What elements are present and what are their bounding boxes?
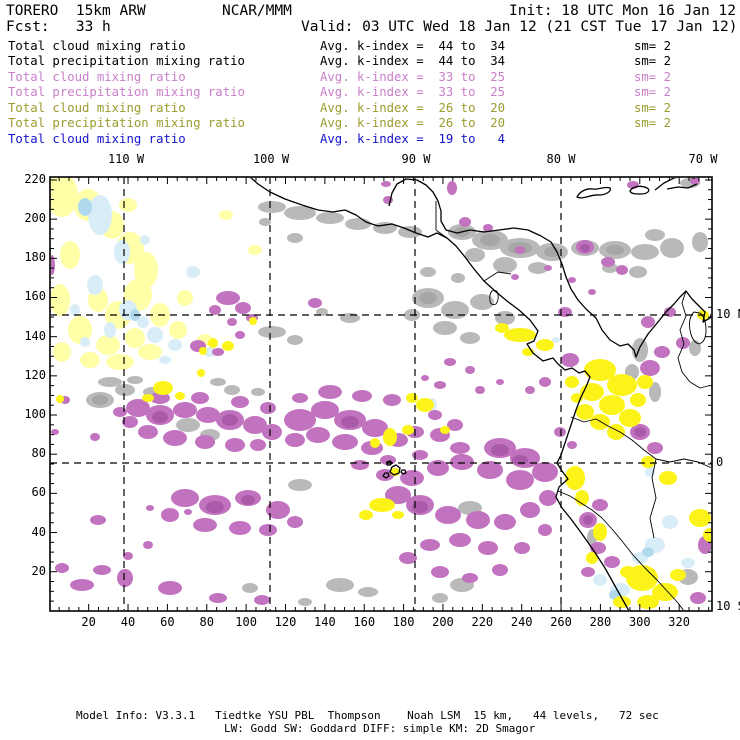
- legend-label: Total cloud mixing ratio: [8, 100, 186, 115]
- forecast-hour: Fcst: 33 h: [6, 19, 111, 35]
- x-tick-label: 260: [550, 615, 572, 629]
- x-tick-label: 140: [314, 615, 336, 629]
- legend-kindex: Avg. k-index = 33 to 25: [320, 69, 506, 84]
- legend-row: Total precipitation mixing ratio Avg. k-i…: [0, 116, 740, 131]
- legend-kindex: Avg. k-index = 26 to 20: [320, 116, 506, 131]
- valid-time: Valid: 03 UTC Wed 18 Jan 12 (21 CST Tue …: [301, 19, 738, 35]
- legend-row: Total cloud mixing ratio Avg. k-index = 1…: [0, 132, 740, 147]
- model-title: TORERO 15km ARW: [6, 3, 146, 19]
- legend-sm: sm= 2: [634, 39, 672, 53]
- y-tick-label: 100: [24, 407, 46, 422]
- x-tick-label: 240: [510, 615, 533, 629]
- legend-label: Total cloud mixing ratio: [8, 39, 186, 53]
- legend-label: Total cloud mixing ratio: [8, 69, 186, 84]
- x-tick-label: 40: [120, 615, 136, 629]
- legend-kindex: Avg. k-index = 44 to 34: [320, 54, 506, 69]
- legend-row: Total cloud mixing ratio Avg. k-index = 2…: [0, 101, 740, 116]
- x-tick-label: 300: [628, 615, 651, 629]
- legend-kindex: Avg. k-index = 19 to 4: [320, 131, 506, 146]
- longitude-label: 80 W: [546, 152, 576, 166]
- center-name: NCAR/MMM: [222, 3, 292, 19]
- x-tick-label: 320: [668, 615, 690, 629]
- init-time: Init: 18 UTC Mon 16 Jan 12: [509, 3, 736, 19]
- longitude-label: 70 W: [688, 152, 718, 166]
- x-tick-label: 180: [392, 615, 415, 629]
- y-tick-label: 180: [24, 250, 46, 265]
- legend-label: Total precipitation mixing ratio: [8, 54, 245, 69]
- legend-label: Total precipitation mixing ratio: [8, 85, 245, 100]
- latitude-label: 0: [716, 455, 724, 469]
- y-tick-label: 20: [31, 563, 46, 578]
- y-tick-label: 160: [24, 289, 46, 304]
- x-tick-label: 80: [199, 615, 214, 629]
- y-tick-label: 200: [24, 211, 46, 226]
- legend-row: Total precipitation mixing ratio Avg. k-i…: [0, 54, 740, 69]
- legend-kindex: Avg. k-index = 44 to 34: [320, 39, 506, 53]
- legend-row: Total cloud mixing ratio Avg. k-index = 4…: [0, 39, 740, 54]
- legend-label: Total cloud mixing ratio: [8, 131, 186, 146]
- weather-model-page: TORERO 15km ARW NCAR/MMM Init: 18 UTC Mo…: [0, 0, 740, 740]
- legend-kindex: Avg. k-index = 33 to 25: [320, 85, 506, 100]
- legend-sm: sm= 2: [634, 100, 672, 115]
- country-borders: [435, 201, 711, 610]
- legend-label: Total precipitation mixing ratio: [8, 116, 245, 131]
- x-tick-label: 100: [235, 615, 257, 629]
- latitude-label: 10 N: [716, 307, 740, 321]
- longitude-label: 90 W: [401, 152, 431, 166]
- x-tick-label: 20: [81, 615, 96, 629]
- y-tick-label: 120: [24, 367, 46, 382]
- y-tick-label: 60: [31, 485, 46, 500]
- legend-row: Total cloud mixing ratio Avg. k-index = 3…: [0, 70, 740, 85]
- x-tick-label: 120: [274, 615, 297, 629]
- legend-kindex: Avg. k-index = 26 to 20: [320, 100, 506, 115]
- longitude-label: 100 W: [252, 152, 290, 166]
- y-tick-label: 80: [31, 446, 46, 461]
- legend-sm: sm= 2: [634, 116, 672, 131]
- y-tick-label: 220: [24, 171, 46, 186]
- longitude-label: 110 W: [107, 152, 145, 166]
- x-tick-label: 160: [353, 615, 376, 629]
- latitude-label: 10 S: [716, 599, 740, 613]
- legend-sm: sm= 2: [634, 54, 672, 69]
- footer-model-info: Model Info: V3.3.1 Tiedtke YSU PBL Thomp…: [76, 709, 659, 722]
- legend-row: Total precipitation mixing ratio Avg. k-i…: [0, 85, 740, 100]
- footer-physics: LW: Godd SW: Goddard DIFF: simple KM: 2D…: [224, 722, 536, 735]
- x-tick-label: 280: [589, 615, 612, 629]
- legend-sm: sm= 2: [634, 69, 672, 84]
- map-fields: [51, 178, 711, 610]
- x-tick-label: 200: [432, 615, 454, 629]
- legend-sm: sm= 2: [634, 85, 672, 100]
- y-tick-label: 140: [24, 328, 46, 343]
- x-tick-label: 220: [471, 615, 494, 629]
- x-tick-label: 60: [160, 615, 175, 629]
- y-tick-label: 40: [31, 524, 46, 539]
